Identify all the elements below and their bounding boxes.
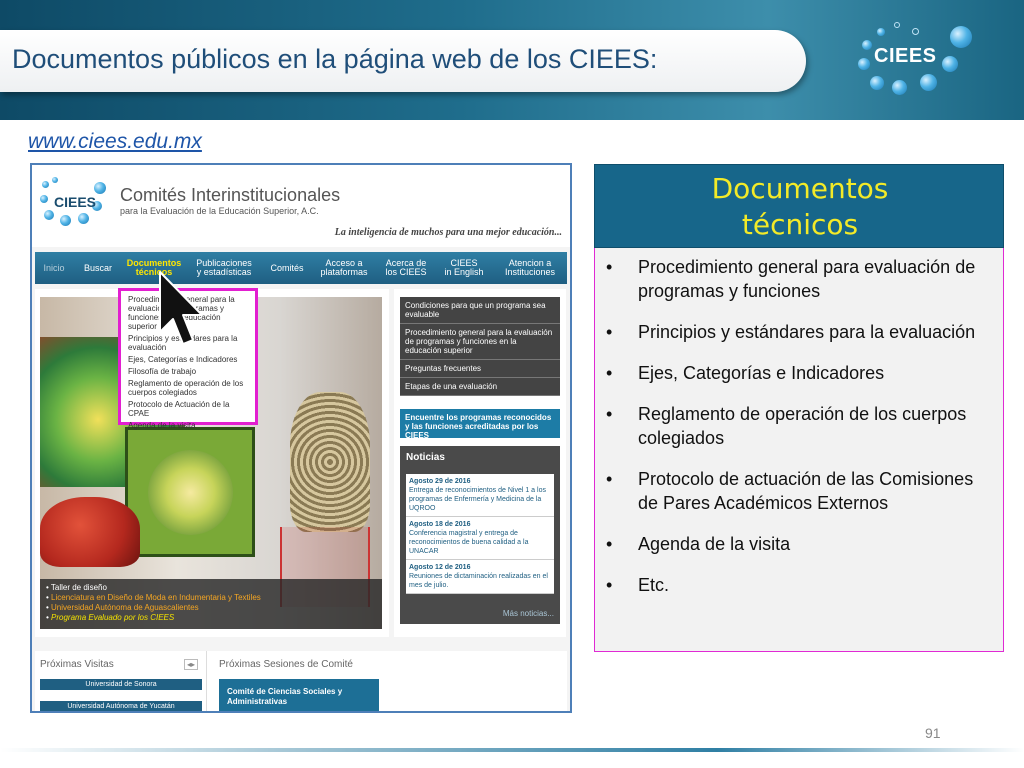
upcoming-sessions: Próximas Sesiones de Comité Comité de Ci… [213, 651, 567, 711]
logo-bubble-icon [892, 80, 907, 95]
dropdown-item[interactable]: Protocolo de Actuación de la CPAE [128, 400, 248, 418]
news-date: Agosto 18 de 2016 [409, 521, 471, 528]
list-item: Agenda de la visita [605, 532, 995, 556]
news-date: Agosto 29 de 2016 [409, 478, 471, 485]
panel-body: Procedimiento general para evaluación de… [594, 248, 1004, 652]
website-url-link[interactable]: www.ciees.edu.mx [28, 130, 202, 154]
hero-caption-line: Taller de diseño [46, 583, 382, 593]
slide-title: Documentos públicos en la página web de … [12, 44, 658, 74]
site-logo-bubble-icon [60, 215, 71, 226]
slide-number: 91 [925, 725, 941, 741]
news-item[interactable]: Agosto 12 de 2016 Reuniones de dictamina… [406, 560, 554, 594]
site-header: CIEES Comités Interinstitucionales para … [32, 165, 570, 247]
site-side-column: Condiciones para que un programa sea eva… [394, 289, 566, 637]
list-item: Ejes, Categorías e Indicadores [605, 361, 995, 385]
logo-bubble-icon [858, 58, 870, 70]
logo-text: CIEES [874, 45, 937, 67]
footer-divider [0, 748, 1024, 752]
list-item: Procedimiento general para evaluación de… [605, 255, 995, 303]
news-date: Agosto 12 de 2016 [409, 564, 471, 571]
session-item[interactable]: Comité de Ciencias Sociales y Administra… [219, 679, 379, 711]
dropdown-item[interactable]: Ejes, Categorías e Indicadores [128, 355, 248, 364]
mannequin-image [290, 392, 370, 532]
arrow-cursor-icon [159, 271, 203, 345]
site-logo-bubble-icon [52, 177, 58, 183]
more-news-link[interactable]: Más noticias... [503, 609, 554, 618]
site-logo-bubble-icon [40, 195, 48, 203]
site-logo[interactable]: CIEES [40, 177, 120, 226]
nav-item-buscar[interactable]: Buscar [73, 252, 123, 284]
site-logo-bubble-icon [78, 213, 89, 224]
site-logo-bubble-icon [94, 182, 106, 194]
hero-caption-line: Universidad Autónoma de Aguascalientes [46, 603, 382, 613]
nav-item-comites[interactable]: Comités [263, 252, 311, 284]
dropdown-item[interactable]: Agenda de la visita [128, 421, 248, 430]
nav-item-acerca[interactable]: Acerca de los CIEES [377, 252, 435, 284]
nav-item-inicio[interactable]: Inicio [35, 252, 73, 284]
list-item: Etc. [605, 573, 995, 597]
panel-header: Documentos técnicos [594, 164, 1004, 248]
nav-item-english[interactable]: CIEES in English [435, 252, 493, 284]
hero-caption-line: Programa Evaluado por los CIEES [46, 613, 382, 623]
news-item[interactable]: Agosto 18 de 2016 Conferencia magistral … [406, 517, 554, 560]
list-item: Protocolo de actuación de las Comisiones… [605, 467, 995, 515]
site-bottom-section: Próximas Visitas ◂▸ Universidad de Sonor… [35, 651, 567, 711]
dropdown-item[interactable]: Reglamento de operación de los cuerpos c… [128, 379, 248, 397]
site-slogan: La inteligencia de muchos para una mejor… [334, 227, 562, 238]
news-text: Reuniones de dictaminación realizadas en… [409, 573, 548, 589]
side-menu: Condiciones para que un programa sea eva… [400, 297, 560, 396]
site-subtitle: para la Evaluación de la Educación Super… [120, 206, 319, 216]
news-title: Noticias [406, 452, 445, 463]
news-panel: Noticias Agosto 29 de 2016 Entrega de re… [400, 446, 560, 624]
logo-bubble-icon [877, 28, 885, 36]
pager-arrows-icon[interactable]: ◂▸ [183, 659, 198, 670]
news-text: Entrega de reconocimientos de Nivel 1 a … [409, 487, 546, 512]
site-logo-bubble-icon [44, 210, 54, 220]
dropdown-item[interactable]: Filosofía de trabajo [128, 367, 248, 376]
side-menu-item[interactable]: Preguntas frecuentes [400, 360, 560, 378]
sessions-title: Próximas Sesiones de Comité [219, 659, 353, 670]
nav-item-atencion[interactable]: Atencion a Instituciones [493, 252, 567, 284]
side-menu-item[interactable]: Procedimiento general para la evaluación… [400, 324, 560, 360]
hero-caption-line: Licenciatura en Diseño de Moda en Indume… [46, 593, 382, 603]
logo-bubble-icon [870, 76, 884, 90]
list-item: Reglamento de operación de los cuerpos c… [605, 402, 995, 450]
website-screenshot: CIEES Comités Interinstitucionales para … [30, 163, 572, 713]
site-logo-bubble-icon [42, 181, 49, 188]
visits-title: Próximas Visitas [40, 659, 114, 670]
logo-bubble-icon [912, 28, 919, 35]
canvas-painting-image [125, 427, 255, 557]
fruit-bowl-image [40, 497, 140, 567]
news-item[interactable]: Agosto 29 de 2016 Entrega de reconocimie… [406, 474, 554, 517]
visit-item[interactable]: Universidad de Sonora [40, 679, 202, 690]
programs-cta-button[interactable]: Encuentre los programas reconocidos y la… [400, 409, 560, 440]
site-name: Comités Interinstitucionales [120, 185, 341, 205]
news-text: Conferencia magistral y entrega de recon… [409, 530, 529, 555]
logo-bubble-icon [942, 56, 958, 72]
side-menu-item[interactable]: Etapas de una evaluación [400, 378, 560, 396]
nav-item-acceso-plataformas[interactable]: Acceso a plataformas [311, 252, 377, 284]
upcoming-visits: Próximas Visitas ◂▸ Universidad de Sonor… [35, 651, 207, 711]
logo-bubble-icon [894, 22, 900, 28]
news-list: Agosto 29 de 2016 Entrega de reconocimie… [406, 474, 554, 594]
visit-item[interactable]: Universidad Autónoma de Yucatán [40, 701, 202, 711]
logo-bubble-icon [862, 40, 872, 50]
logo-bubble-icon [920, 74, 937, 91]
site-logo-text: CIEES [54, 194, 97, 210]
site-nav-bar: Inicio Buscar Documentos técnicos Public… [35, 252, 567, 284]
panel-title: Documentos técnicos [711, 172, 889, 241]
hero-caption: Taller de diseño Licenciatura en Diseño … [40, 579, 382, 629]
logo-bubbles-icon [950, 26, 972, 48]
side-menu-item[interactable]: Condiciones para que un programa sea eva… [400, 297, 560, 324]
ciees-logo: CIEES [850, 20, 980, 100]
documents-list: Procedimiento general para evaluación de… [605, 255, 995, 614]
list-item: Principios y estándares para la evaluaci… [605, 320, 995, 344]
